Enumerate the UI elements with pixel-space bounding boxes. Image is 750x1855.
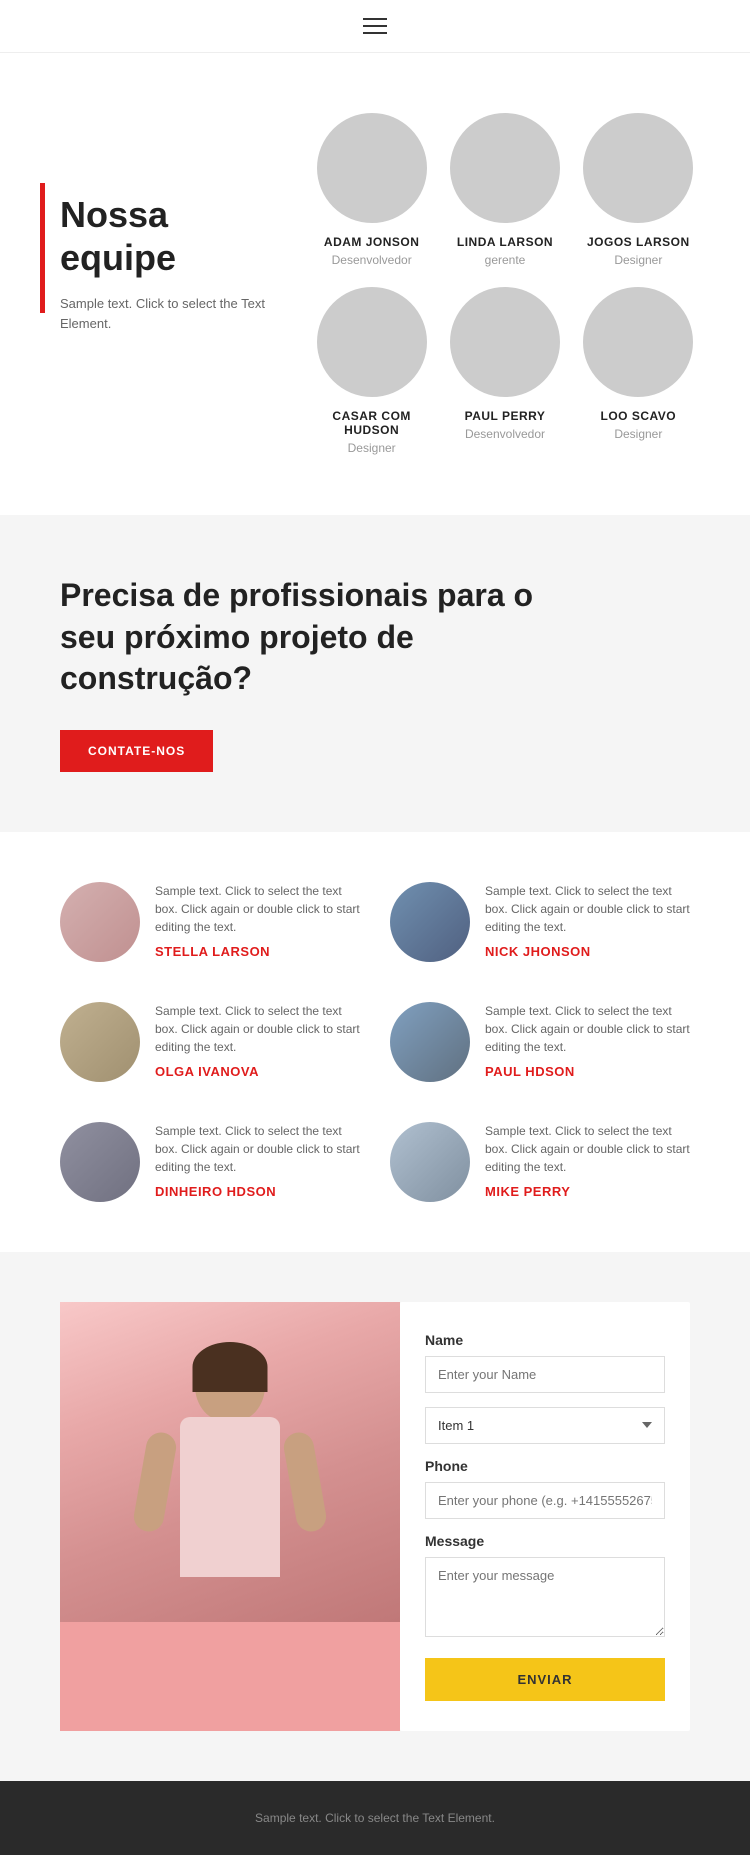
staff-desc: Sample text. Click to select the text bo… [485,1122,690,1176]
member-avatar [317,287,427,397]
name-input[interactable] [425,1356,665,1393]
staff-item: Sample text. Click to select the text bo… [390,1122,690,1202]
staff-name: DINHEIRO HDSON [155,1184,360,1199]
team-member: PAUL PERRY Desenvolvedor [443,287,566,455]
staff-avatar [60,1122,140,1202]
cta-section: Precisa de profissionais para o seu próx… [0,515,750,832]
hamburger-line-1 [363,18,387,20]
hamburger-line-2 [363,25,387,27]
team-member: ADAM JONSON Desenvolvedor [310,113,433,267]
hamburger-line-3 [363,32,387,34]
staff-info: Sample text. Click to select the text bo… [485,1002,690,1079]
staff-info: Sample text. Click to select the text bo… [155,1002,360,1079]
submit-button[interactable]: ENVIAR [425,1658,665,1701]
staff-name: STELLA LARSON [155,944,360,959]
staff-desc: Sample text. Click to select the text bo… [155,1002,360,1056]
staff-avatar [390,882,470,962]
staff-section: Sample text. Click to select the text bo… [0,832,750,1252]
member-role: Desenvolvedor [465,427,545,441]
staff-name: PAUL HDSON [485,1064,690,1079]
staff-name: MIKE PERRY [485,1184,690,1199]
member-name: CASAR COM HUDSON [310,409,433,437]
footer: Sample text. Click to select the Text El… [0,1781,750,1855]
cta-title: Precisa de profissionais para o seu próx… [60,575,560,700]
member-name: ADAM JONSON [324,235,420,249]
member-avatar [450,113,560,223]
staff-avatar [60,882,140,962]
staff-name: NICK JHONSON [485,944,690,959]
member-role: Designer [348,441,396,455]
item-select[interactable]: Item 1 Item 2 Item 3 [425,1407,665,1444]
header [0,0,750,53]
staff-desc: Sample text. Click to select the text bo… [155,882,360,936]
red-accent-bar [40,183,45,313]
member-avatar [450,287,560,397]
member-role: Designer [614,427,662,441]
staff-info: Sample text. Click to select the text bo… [485,1122,690,1199]
staff-item: Sample text. Click to select the text bo… [390,882,690,962]
team-member: JOGOS LARSON Designer [577,113,700,267]
staff-item: Sample text. Click to select the text bo… [60,882,360,962]
team-section: Nossa equipe Sample text. Click to selec… [0,53,750,515]
member-avatar [583,287,693,397]
contact-button[interactable]: CONTATE-NOS [60,730,213,772]
member-name: JOGOS LARSON [587,235,690,249]
staff-item: Sample text. Click to select the text bo… [60,1002,360,1082]
name-label: Name [425,1332,665,1348]
team-left: Nossa equipe Sample text. Click to selec… [60,113,280,455]
staff-desc: Sample text. Click to select the text bo… [485,1002,690,1056]
phone-label: Phone [425,1458,665,1474]
staff-desc: Sample text. Click to select the text bo… [155,1122,360,1176]
contact-section: Name Item 1 Item 2 Item 3 Phone Message … [0,1252,750,1781]
team-member: LOO SCAVO Designer [577,287,700,455]
contact-form: Name Item 1 Item 2 Item 3 Phone Message … [400,1302,690,1731]
footer-text: Sample text. Click to select the Text El… [60,1811,690,1825]
phone-input[interactable] [425,1482,665,1519]
staff-item: Sample text. Click to select the text bo… [390,1002,690,1082]
member-name: PAUL PERRY [465,409,546,423]
team-member: LINDA LARSON gerente [443,113,566,267]
hamburger-menu[interactable] [363,18,387,34]
team-subtitle: Sample text. Click to select the Text El… [60,294,280,333]
staff-info: Sample text. Click to select the text bo… [485,882,690,959]
message-label: Message [425,1533,665,1549]
staff-info: Sample text. Click to select the text bo… [155,882,360,959]
staff-grid: Sample text. Click to select the text bo… [60,882,690,1202]
staff-name: OLGA IVANOVA [155,1064,360,1079]
team-title: Nossa equipe [60,193,280,279]
member-avatar [583,113,693,223]
message-textarea[interactable] [425,1557,665,1637]
staff-item: Sample text. Click to select the text bo… [60,1122,360,1202]
team-grid: ADAM JONSON Desenvolvedor LINDA LARSON g… [310,113,700,455]
member-role: Desenvolvedor [332,253,412,267]
staff-avatar [60,1002,140,1082]
staff-avatar [390,1002,470,1082]
staff-desc: Sample text. Click to select the text bo… [485,882,690,936]
member-role: Designer [614,253,662,267]
staff-info: Sample text. Click to select the text bo… [155,1122,360,1199]
member-avatar [317,113,427,223]
staff-avatar [390,1122,470,1202]
contact-image [60,1302,400,1731]
member-role: gerente [485,253,526,267]
member-name: LINDA LARSON [457,235,553,249]
member-name: LOO SCAVO [601,409,677,423]
team-member: CASAR COM HUDSON Designer [310,287,433,455]
